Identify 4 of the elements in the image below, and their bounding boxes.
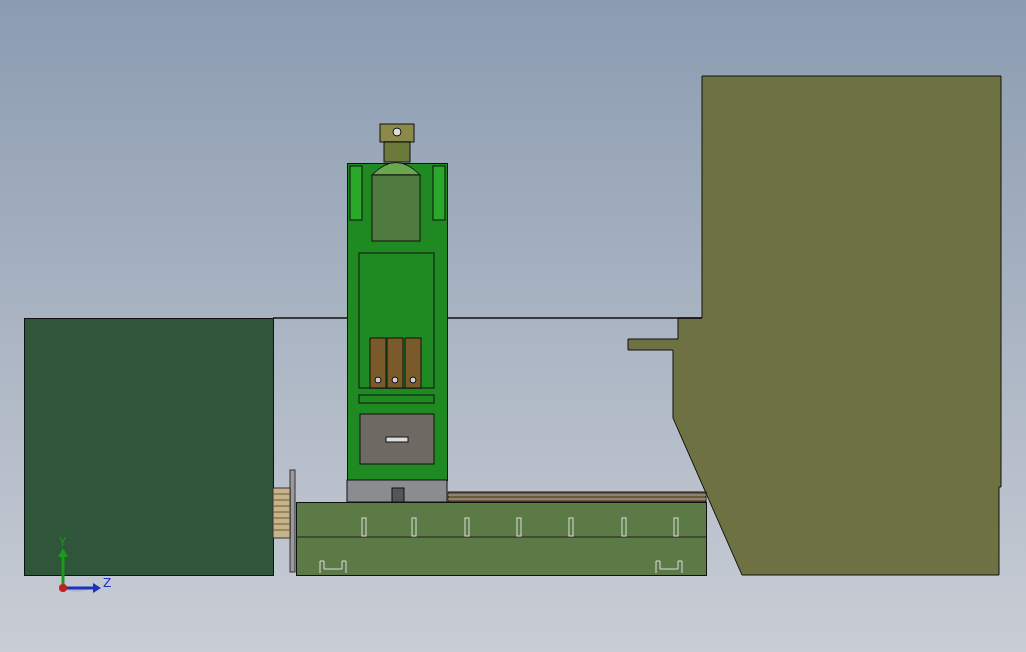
y-axis-label: Y	[59, 535, 67, 549]
z-axis-label: Z	[103, 576, 112, 590]
connector-drawing	[272, 487, 291, 539]
axis-triad-drawing	[58, 548, 101, 593]
